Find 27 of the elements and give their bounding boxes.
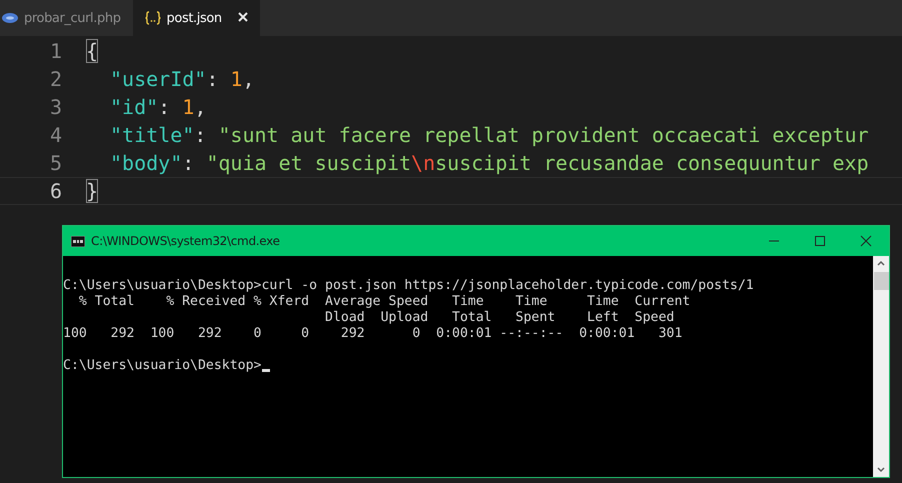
file-tab[interactable]: post.json bbox=[132, 0, 260, 36]
terminal-line: 100 292 100 292 0 0 292 0 0:00:01 --:--:-- 0:00:01 301 bbox=[63, 326, 682, 342]
line-number: 2 bbox=[48, 67, 62, 91]
terminal-line: Dload Upload Total Spent Left Speed bbox=[324, 310, 674, 326]
close-icon bbox=[860, 235, 872, 247]
terminal-prompt: C:\Users\usuario\Desktop> bbox=[63, 358, 262, 374]
window-title: C:\WINDOWS\system32\cmd.exe bbox=[91, 234, 281, 248]
php-file-icon bbox=[2, 13, 18, 23]
code-line: { bbox=[86, 39, 98, 63]
line-number: 4 bbox=[48, 123, 62, 147]
code-line: "id": 1, bbox=[109, 95, 206, 119]
text-cursor bbox=[262, 369, 270, 372]
maximize-icon bbox=[814, 235, 826, 247]
line-number: 6 bbox=[48, 179, 62, 203]
line-number: 5 bbox=[48, 151, 62, 175]
line-number: 3 bbox=[48, 95, 62, 119]
scroll-thumb[interactable] bbox=[874, 272, 888, 290]
code-line: "userId": 1, bbox=[109, 67, 255, 91]
code-line: "title": "sunt aut facere repellat provident occaecati exceptur bbox=[109, 123, 869, 147]
terminal-line: % Total % Received % Xferd Average Speed Time Time Time Current bbox=[78, 294, 690, 310]
code-line: } bbox=[86, 179, 98, 203]
scrollbar[interactable] bbox=[873, 256, 889, 477]
braces-icon bbox=[144, 11, 161, 25]
terminal-line: C:\Users\usuario\Desktop>curl -o post.json https://jsonplaceholder.typicode.com/posts/1 bbox=[63, 278, 754, 294]
code-line: "body": "quia et suscipit\nsuscipit recusandae consequuntur exp bbox=[109, 151, 869, 175]
line-number: 1 bbox=[48, 39, 62, 63]
console-icon bbox=[71, 236, 85, 246]
